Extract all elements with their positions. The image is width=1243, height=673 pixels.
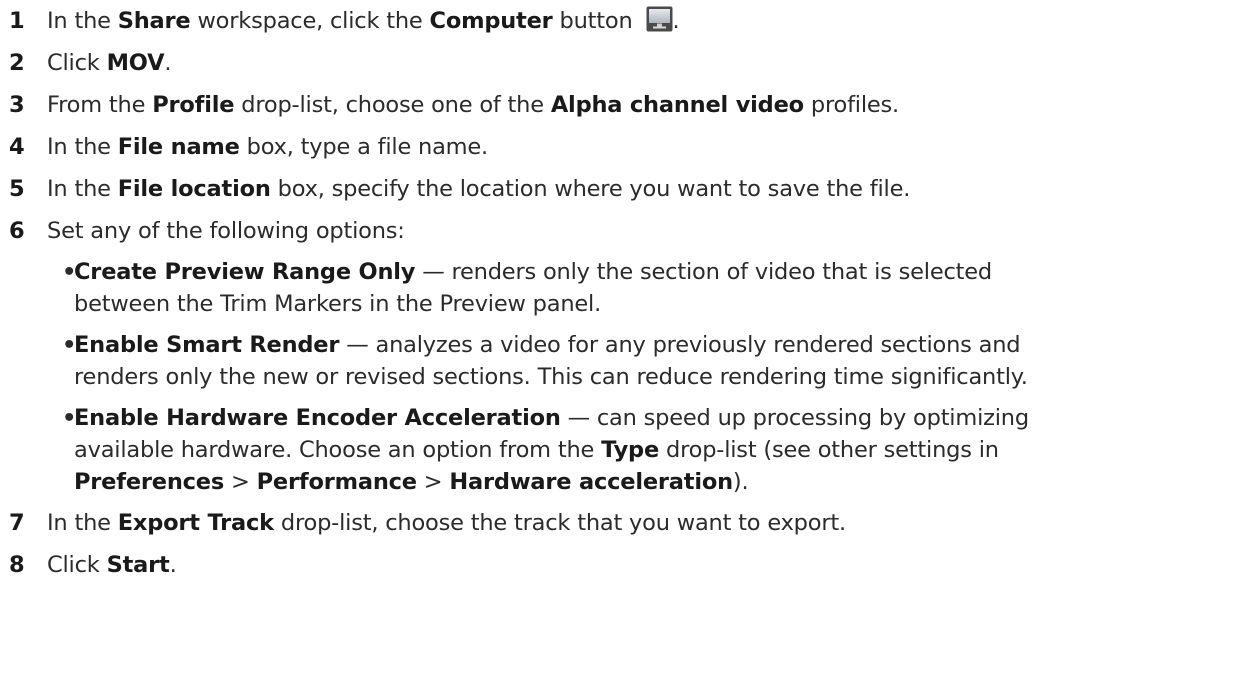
- step-number: 3: [9, 92, 25, 118]
- step-text: In the Export Track drop-list, choose th…: [47, 510, 846, 536]
- step-text: Set any of the following options:: [47, 218, 405, 244]
- step-text: In the File location box, specify the lo…: [47, 176, 911, 202]
- step-number: 5: [9, 176, 25, 202]
- step-text: Click MOV.: [47, 50, 172, 76]
- step-text: Click Start.: [47, 552, 177, 578]
- step-text: In the File name box, type a file name.: [47, 134, 488, 160]
- step-text: From the Profile drop-list, choose one o…: [47, 92, 900, 118]
- step-text: In the Share workspace, click the Comput…: [47, 6, 680, 34]
- step-number: 7: [9, 510, 25, 536]
- step-number: 8: [9, 552, 25, 578]
- instructions-document: 1 In the Share workspace, click the Comp…: [9, 6, 1029, 578]
- step-number: 1: [9, 8, 25, 34]
- step-number: 2: [9, 50, 25, 76]
- step-number: 4: [9, 134, 25, 160]
- step-number: 6: [9, 218, 25, 244]
- computer-monitor-icon: [646, 6, 673, 32]
